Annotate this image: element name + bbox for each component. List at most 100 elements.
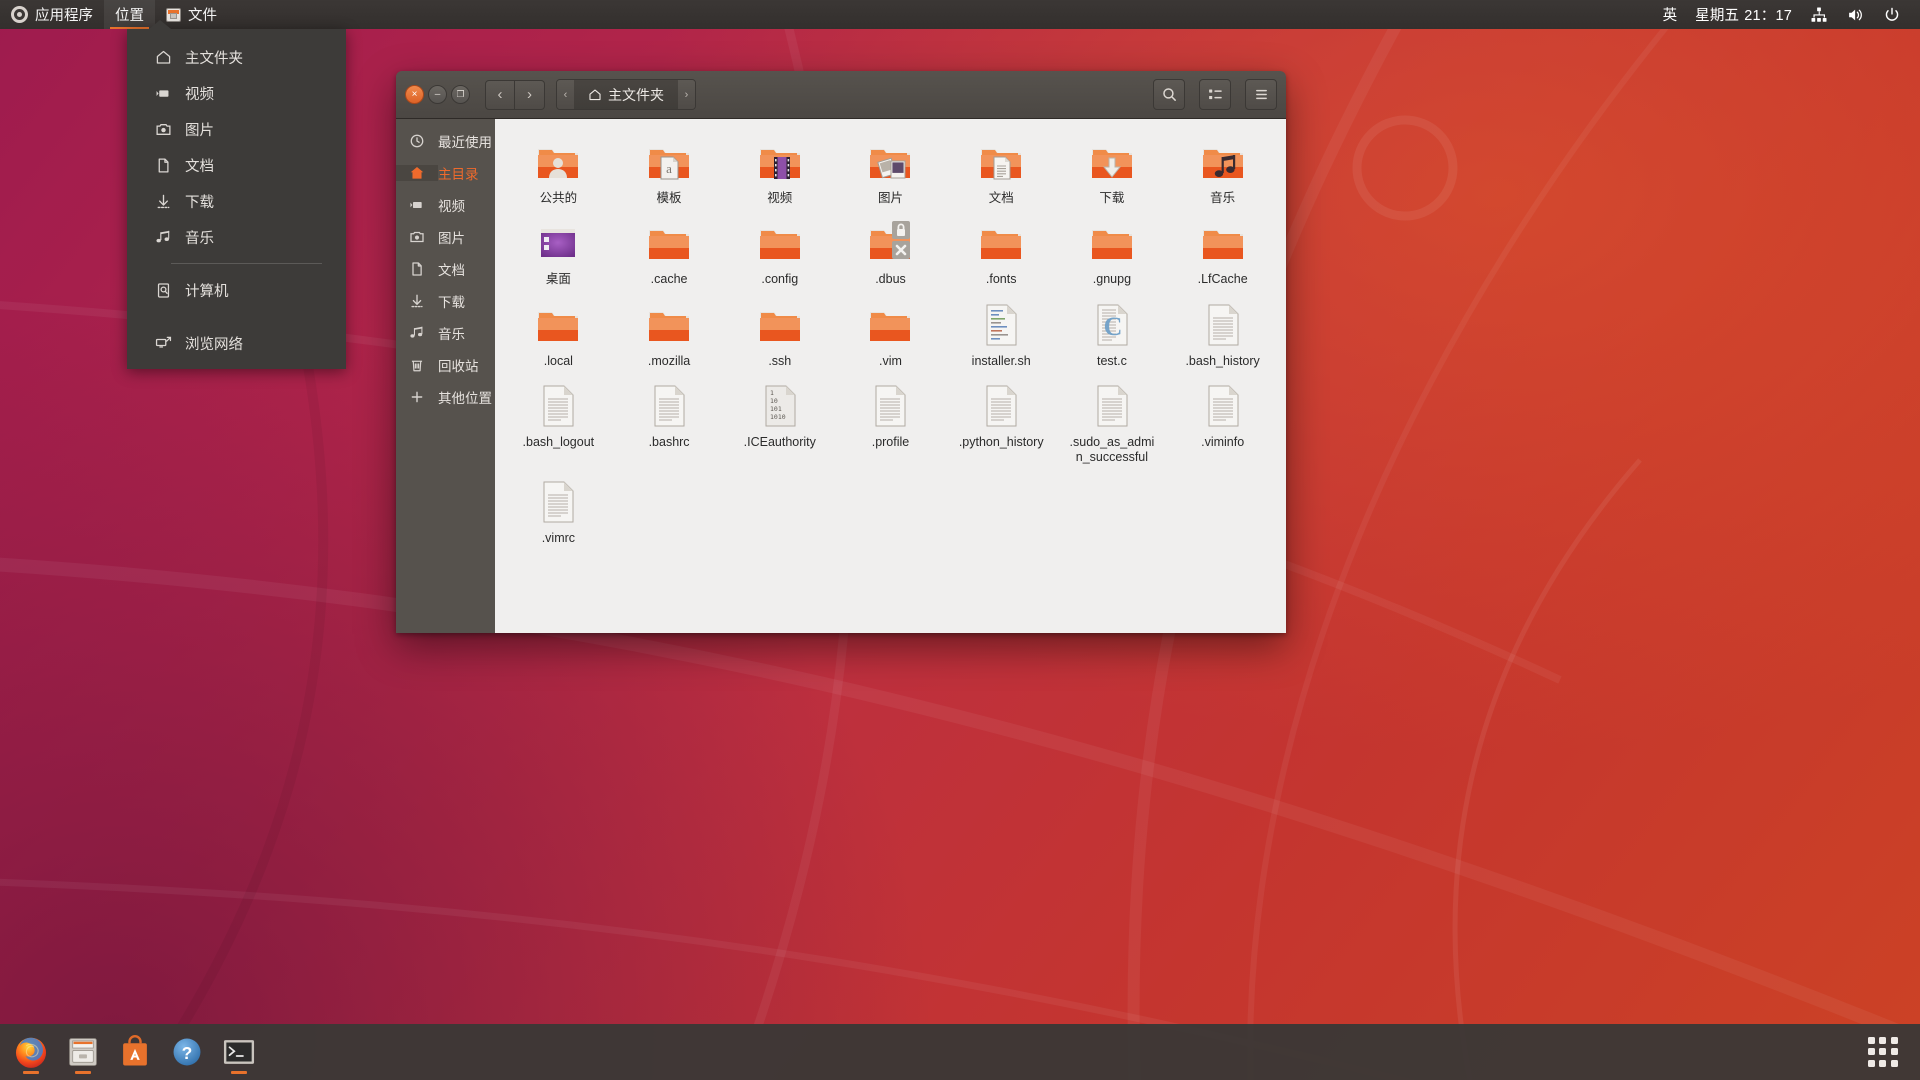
sidebar-item-label: 文档 (438, 263, 465, 278)
grid-dot-icon (1879, 1059, 1887, 1067)
minimize-button[interactable]: – (428, 85, 447, 104)
show-applications-button[interactable] (1866, 1035, 1900, 1069)
breadcrumb: ‹ 主文件夹 › (556, 79, 696, 110)
file-item[interactable]: 音乐 (1167, 133, 1278, 214)
sidebar-item-home[interactable]: 主目录 (396, 157, 495, 189)
breadcrumb-item-home[interactable]: 主文件夹 (574, 80, 678, 109)
file-item[interactable]: installer.sh (946, 296, 1057, 377)
svg-text:101: 101 (770, 405, 782, 413)
file-item[interactable]: 桌面 (503, 214, 614, 295)
sidebar-item-music[interactable]: 音乐 (396, 317, 495, 349)
places-item-label: 音乐 (185, 230, 214, 247)
input-method-indicator[interactable]: 英 (1654, 0, 1687, 29)
file-item[interactable]: .mozilla (614, 296, 725, 377)
close-button[interactable]: × (405, 85, 424, 104)
sidebar-item-other-locations[interactable]: 其他位置 (396, 381, 495, 413)
places-item-downloads[interactable]: 下载 (127, 183, 346, 219)
grid-dot-icon (1890, 1048, 1898, 1056)
power-indicator[interactable] (1874, 0, 1910, 29)
launcher-items: ? (6, 1027, 264, 1077)
file-icon-grid: 公共的 a 模板 视频 图片 文档 下载 音乐 桌面 .cache .confi… (503, 133, 1278, 555)
breadcrumb-next-button[interactable]: › (678, 80, 695, 109)
computer-icon (157, 282, 170, 298)
file-item-label: .bash_history (1185, 353, 1260, 368)
places-item-documents[interactable]: 文档 (127, 147, 346, 183)
sidebar-item-trash[interactable]: 回收站 (396, 349, 495, 381)
places-item-pictures[interactable]: 图片 (127, 111, 346, 147)
places-item-label: 文档 (185, 158, 214, 175)
applications-menu[interactable]: 应用程序 (0, 0, 104, 29)
places-item-music[interactable]: 音乐 (127, 219, 346, 255)
file-item[interactable]: 视频 (724, 133, 835, 214)
file-item[interactable]: 下载 (1057, 133, 1168, 214)
folder-icon (649, 311, 690, 341)
file-item[interactable]: 公共的 (503, 133, 614, 214)
sidebar-item-documents[interactable]: 文档 (396, 253, 495, 285)
sidebar-item-downloads[interactable]: 下载 (396, 285, 495, 317)
view-toggle-button[interactable] (1199, 79, 1231, 110)
file-item-label: 下载 (1099, 191, 1125, 205)
places-menu-button[interactable]: 位置 (104, 0, 155, 29)
file-item[interactable]: .cache (614, 214, 725, 295)
file-item[interactable]: .sudo_as_admin_successful (1057, 377, 1168, 474)
clock-day-of-week: 星期五 (1695, 8, 1740, 24)
sidebar-item-pictures[interactable]: 图片 (396, 221, 495, 253)
places-item-computer[interactable]: 计算机 (127, 272, 346, 308)
camera-icon (410, 231, 424, 243)
file-item[interactable]: .bash_history (1167, 296, 1278, 377)
file-item[interactable]: .fonts (946, 214, 1057, 295)
file-item[interactable]: .config (724, 214, 835, 295)
sidebar-item-label: 最近使用 (438, 135, 492, 150)
places-item-label: 主文件夹 (185, 50, 243, 67)
launcher-item-firefox[interactable] (6, 1027, 56, 1077)
file-item[interactable]: C test.c (1057, 296, 1168, 377)
places-item-videos[interactable]: 视频 (127, 75, 346, 111)
menu-button[interactable] (1245, 79, 1277, 110)
breadcrumb-prev-button[interactable]: ‹ (557, 80, 574, 109)
launcher-item-help[interactable]: ? (162, 1027, 212, 1077)
file-item[interactable]: .LfCache (1167, 214, 1278, 295)
file-item[interactable]: .bashrc (614, 377, 725, 474)
file-item[interactable]: .bash_logout (503, 377, 614, 474)
file-item-label: 文档 (988, 191, 1014, 205)
search-button[interactable] (1153, 79, 1185, 110)
file-item-label: .viminfo (1201, 434, 1245, 449)
file-item-label: .vim (879, 353, 902, 368)
files-icon (69, 1038, 97, 1066)
music-icon (156, 230, 170, 242)
file-item[interactable]: .python_history (946, 377, 1057, 474)
file-item-label: .fonts (985, 272, 1017, 287)
places-item-label: 浏览网络 (185, 336, 243, 353)
file-item[interactable]: 文档 (946, 133, 1057, 214)
launcher-item-files[interactable] (58, 1027, 108, 1077)
file-item[interactable]: .viminfo (1167, 377, 1278, 474)
forward-button[interactable]: › (515, 79, 545, 110)
navigation-buttons: ‹ › (485, 79, 545, 110)
maximize-button[interactable]: ❐ (451, 85, 470, 104)
file-text-icon (1097, 385, 1128, 427)
grid-dot-icon (1890, 1037, 1898, 1044)
clock-indicator[interactable]: 星期五 21：17 (1686, 0, 1801, 29)
file-item[interactable]: .profile (835, 377, 946, 474)
file-item[interactable]: a 模板 (614, 133, 725, 214)
launcher-item-terminal[interactable] (214, 1027, 264, 1077)
file-item[interactable]: .vim (835, 296, 946, 377)
file-item[interactable]: 1 10 101 1010 .ICEauthority (724, 377, 835, 474)
file-item[interactable]: .vimrc (503, 473, 614, 554)
sidebar-item-recent[interactable]: 最近使用 (396, 125, 495, 157)
network-indicator[interactable] (1801, 0, 1837, 29)
file-item[interactable]: .dbus (835, 214, 946, 295)
file-item-label: .dbus (875, 272, 906, 287)
file-item[interactable]: .ssh (724, 296, 835, 377)
file-item[interactable]: .gnupg (1057, 214, 1168, 295)
launcher-dock: ? (0, 1024, 1920, 1080)
back-button[interactable]: ‹ (485, 79, 515, 110)
file-item[interactable]: 图片 (835, 133, 946, 214)
places-item-browse-network[interactable]: 浏览网络 (127, 325, 346, 361)
sidebar-item-videos[interactable]: 视频 (396, 189, 495, 221)
places-item-home[interactable]: 主文件夹 (127, 39, 346, 75)
home-icon (589, 89, 601, 100)
file-item[interactable]: .local (503, 296, 614, 377)
volume-indicator[interactable] (1837, 0, 1874, 29)
launcher-item-ubuntu-software[interactable] (110, 1027, 160, 1077)
